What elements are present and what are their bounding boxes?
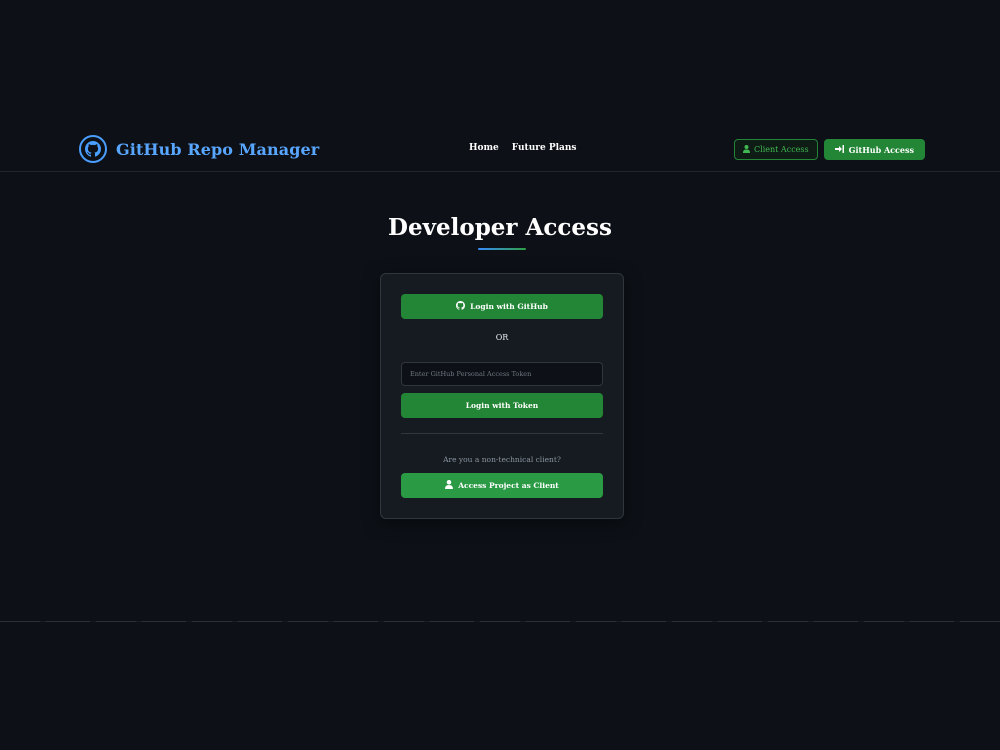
nav-link-home[interactable]: Home — [469, 143, 499, 153]
user-icon — [445, 480, 454, 491]
brand[interactable]: GitHub Repo Manager — [79, 135, 319, 163]
client-question: Are you a non-technical client? — [443, 455, 561, 464]
client-access-label: Client Access — [754, 145, 809, 154]
card-divider — [401, 433, 603, 434]
token-input[interactable] — [401, 362, 603, 386]
login-with-github-button[interactable]: Login with GitHub — [401, 294, 603, 319]
login-with-github-label: Login with GitHub — [470, 302, 548, 311]
nav-link-future-plans[interactable]: Future Plans — [512, 143, 577, 153]
main-nav: Home Future Plans — [469, 143, 576, 153]
access-as-client-button[interactable]: Access Project as Client — [401, 473, 603, 498]
page-title: Developer Access — [388, 214, 612, 241]
login-with-token-button[interactable]: Login with Token — [401, 393, 603, 418]
github-access-button[interactable]: GitHub Access — [823, 139, 925, 160]
client-access-button[interactable]: Client Access — [734, 139, 818, 160]
title-underline — [478, 248, 526, 250]
footer-divider — [0, 621, 1000, 622]
github-icon — [456, 301, 466, 312]
sign-in-icon — [834, 144, 844, 155]
brand-title: GitHub Repo Manager — [116, 139, 320, 159]
login-card: Login with GitHub OR Login with Token Ar… — [380, 273, 624, 519]
access-as-client-label: Access Project as Client — [458, 481, 559, 490]
login-with-token-label: Login with Token — [465, 401, 539, 410]
top-nav-bar: GitHub Repo Manager Home Future Plans Cl… — [0, 128, 1000, 172]
github-access-label: GitHub Access — [848, 144, 914, 155]
or-separator: OR — [495, 333, 509, 342]
github-icon — [79, 135, 107, 163]
user-icon — [743, 144, 751, 155]
header-actions: Client Access GitHub Access — [734, 139, 925, 160]
